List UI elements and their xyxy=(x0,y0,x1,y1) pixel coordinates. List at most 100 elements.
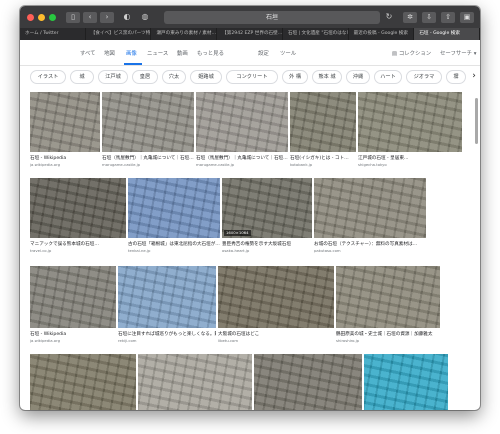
image-result[interactable]: 石垣（馬屋敷門）｜丸亀城について｜石垣… marugame-castle.jp xyxy=(102,92,194,170)
chip[interactable]: 穴太 xyxy=(162,70,186,84)
related-search-chips: イラスト 城 江戸城 皇居 穴太 姫路城 コンクリート 外 構 熊本 城 沖縄 … xyxy=(20,66,480,90)
chip[interactable]: 塀 xyxy=(446,70,466,84)
nav-more[interactable]: もっと見る xyxy=(197,49,224,57)
result-source: ja.wikipedia.org xyxy=(30,338,60,343)
image-result[interactable]: 石垣(イシガキ)とは - コト… kotobank.jp xyxy=(290,92,356,170)
nav-videos[interactable]: 動画 xyxy=(177,49,188,57)
stone-wall-thumbnail[interactable] xyxy=(364,354,448,410)
image-result[interactable]: 大阪城の石垣はどこ libetu.com xyxy=(218,266,334,346)
chip[interactable]: ジオラマ xyxy=(406,70,442,84)
browser-tab[interactable]: 石垣 | 文化遺産 "石垣のはなし" xyxy=(283,28,349,40)
result-title[interactable]: 石垣（馬屋敷門）｜丸亀城について｜石垣… xyxy=(196,155,288,161)
share-icon[interactable]: ⇧ xyxy=(441,11,455,23)
zoom-window-button[interactable] xyxy=(49,13,56,21)
chip[interactable]: ハート xyxy=(374,70,402,84)
chip[interactable]: 沖縄 xyxy=(346,70,370,84)
browser-tab[interactable]: 【食イベ】ビス窯のパーツ特… xyxy=(86,28,152,40)
tabs-overview-icon[interactable]: ▣ xyxy=(460,11,474,23)
image-result[interactable]: 石垣（馬屋敷門）｜丸亀城について｜石垣… marugame-castle.jp xyxy=(196,92,288,170)
result-source: osaka-heart.jp xyxy=(222,248,250,253)
google-search-nav: すべて 地図 画像 ニュース 動画 もっと見る 設定 ツール ▤ コレクション … xyxy=(20,40,480,66)
address-bar[interactable]: 石垣 xyxy=(164,10,380,24)
image-result[interactable]: 鶴田原美の城・史士城｜石垣の資源｜加藤雅太 shiroshiro.jp xyxy=(336,266,440,346)
stone-wall-thumbnail[interactable] xyxy=(30,354,136,410)
result-title[interactable]: お城の石垣（テクスチャー）：無料の写真素材は… xyxy=(314,241,426,247)
result-title[interactable]: マニアックで誤る熊本城の石垣… xyxy=(30,241,126,247)
result-title[interactable]: 鶴田原美の城・史士城｜石垣の資源｜加藤雅太 xyxy=(336,331,440,337)
collection-link[interactable]: ▤ コレクション xyxy=(392,49,431,57)
image-result[interactable] xyxy=(364,354,448,410)
stone-wall-thumbnail[interactable] xyxy=(30,92,100,152)
stone-wall-thumbnail[interactable] xyxy=(218,266,334,328)
image-result[interactable]: 石垣 - Wikipedia ja.wikipedia.org xyxy=(30,266,116,346)
image-result[interactable]: 江戸城の石垣 - 皇居東… shigecha.tokyo xyxy=(358,92,462,170)
browser-tab[interactable]: 瀬戸の東みりの素材 / 素材… xyxy=(151,28,218,40)
image-result[interactable]: お城の石垣（テクスチャー）：無料の写真素材は… pakutaso.com xyxy=(314,178,426,256)
chip[interactable]: 外 構 xyxy=(282,70,308,84)
result-source: libetu.com xyxy=(218,338,239,343)
nav-tools[interactable]: ツール xyxy=(280,49,296,57)
chip[interactable]: 皇居 xyxy=(132,70,158,84)
safesearch-button[interactable]: セーフサーチ ▾ xyxy=(440,49,476,57)
back-icon[interactable]: ‹ xyxy=(83,11,97,23)
image-result[interactable]: 古の石垣「箱根城」は東北屈指の大石垣が… tenkai.ne.jp xyxy=(128,178,220,256)
stone-wall-thumbnail[interactable] xyxy=(358,92,462,152)
close-window-button[interactable] xyxy=(27,13,34,21)
image-result[interactable]: 石垣 - Wikipedia ja.wikipedia.org xyxy=(30,92,100,170)
nav-all[interactable]: すべて xyxy=(80,49,96,57)
nav-news[interactable]: ニュース xyxy=(147,49,168,57)
image-result[interactable]: 豊臣秀吉の権勢を示す大坂城石垣 osaka-heart.jp 1600×1064 xyxy=(222,178,312,256)
privacy-shield-icon[interactable]: ◐ xyxy=(122,12,132,22)
browser-tab[interactable]: ホーム / Twitter xyxy=(20,28,86,40)
stone-wall-thumbnail[interactable] xyxy=(196,92,288,152)
forward-icon[interactable]: › xyxy=(100,11,114,23)
stone-wall-thumbnail[interactable] xyxy=(336,266,440,328)
stone-wall-thumbnail[interactable] xyxy=(102,92,194,152)
stone-wall-thumbnail[interactable] xyxy=(222,178,312,238)
chip[interactable]: 熊本 城 xyxy=(312,70,342,84)
stone-wall-thumbnail[interactable] xyxy=(128,178,220,238)
extension-icon[interactable]: ◍ xyxy=(140,12,150,22)
result-title[interactable]: 大阪城の石垣はどこ xyxy=(218,331,334,337)
chip[interactable]: 城 xyxy=(70,70,94,84)
chip[interactable]: 姫路城 xyxy=(190,70,222,84)
result-title[interactable]: 豊臣秀吉の権勢を示す大坂城石垣 xyxy=(222,241,312,247)
window-controls xyxy=(27,13,56,21)
browser-tab-active[interactable]: 石垣 - Google 検索 xyxy=(414,28,480,40)
chip[interactable]: コンクリート xyxy=(226,70,278,84)
image-result[interactable] xyxy=(254,354,362,410)
reload-icon[interactable]: ↻ xyxy=(384,12,394,22)
result-title[interactable]: 石垣に注目すれば城巡りがもっと楽しくなる。難攻… xyxy=(118,331,216,337)
stone-wall-thumbnail[interactable] xyxy=(30,178,126,238)
result-title[interactable]: 石垣(イシガキ)とは - コト… xyxy=(290,155,356,161)
stone-wall-thumbnail[interactable] xyxy=(314,178,426,238)
stone-wall-thumbnail[interactable] xyxy=(30,266,116,328)
image-result[interactable] xyxy=(30,354,136,410)
result-title[interactable]: 石垣 - Wikipedia xyxy=(30,155,100,161)
browser-tab[interactable]: 最近の投稿 - Google 検索 xyxy=(349,28,415,40)
image-result[interactable]: マニアックで誤る熊本城の石垣… travel.co.jp xyxy=(30,178,126,256)
chip[interactable]: イラスト xyxy=(30,70,66,84)
nav-maps[interactable]: 地図 xyxy=(104,49,115,57)
chevron-right-icon[interactable]: › xyxy=(469,70,479,84)
browser-tab[interactable]: 【第2942 EZP 世界の石壁… xyxy=(217,28,283,40)
chip[interactable]: 江戸城 xyxy=(98,70,128,84)
settings-icon[interactable]: ✲ xyxy=(403,11,417,23)
image-result[interactable] xyxy=(138,354,252,410)
download-icon[interactable]: ⇩ xyxy=(422,11,436,23)
sidebar-icon[interactable]: ▯ xyxy=(66,11,80,23)
result-title[interactable]: 古の石垣「箱根城」は東北屈指の大石垣が… xyxy=(128,241,220,247)
scrollbar[interactable] xyxy=(475,98,478,144)
result-source: ja.wikipedia.org xyxy=(30,162,60,167)
minimize-window-button[interactable] xyxy=(38,13,45,21)
stone-wall-thumbnail[interactable] xyxy=(138,354,252,410)
result-title[interactable]: 石垣（馬屋敷門）｜丸亀城について｜石垣… xyxy=(102,155,194,161)
image-result[interactable]: 石垣に注目すれば城巡りがもっと楽しくなる。難攻…rekiji.com xyxy=(118,266,216,346)
stone-wall-thumbnail[interactable] xyxy=(118,266,216,328)
stone-wall-thumbnail[interactable] xyxy=(254,354,362,410)
nav-images[interactable]: 画像 xyxy=(126,49,137,57)
result-title[interactable]: 石垣 - Wikipedia xyxy=(30,331,116,337)
nav-settings[interactable]: 設定 xyxy=(258,49,269,57)
stone-wall-thumbnail[interactable] xyxy=(290,92,356,152)
result-title[interactable]: 江戸城の石垣 - 皇居東… xyxy=(358,155,462,161)
